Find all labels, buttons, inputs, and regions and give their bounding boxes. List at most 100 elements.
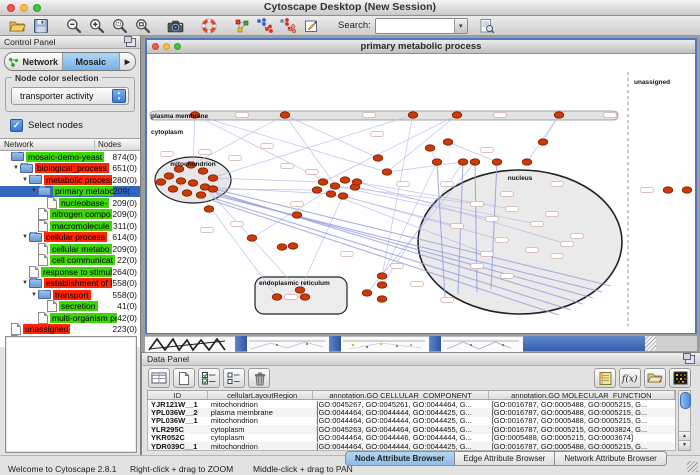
network-node[interactable] xyxy=(164,173,174,179)
network-thumbnail-2[interactable] xyxy=(247,336,329,352)
tab-overflow-arrow[interactable]: ▶ xyxy=(119,53,135,70)
network-node[interactable] xyxy=(340,177,350,183)
tree-col-nodes[interactable]: Nodes xyxy=(94,140,140,149)
network-node[interactable] xyxy=(292,212,302,218)
tree-item-label[interactable]: macromolecule xyxy=(50,221,112,231)
network-node[interactable] xyxy=(443,139,453,145)
collapse-arrow-icon[interactable]: ▼ xyxy=(12,165,20,171)
help-icon[interactable] xyxy=(198,17,219,35)
network-node[interactable] xyxy=(452,112,462,118)
tree-item-label[interactable]: mosaic-demo-yeast xyxy=(26,152,104,162)
network-node[interactable] xyxy=(198,168,208,174)
network-node[interactable] xyxy=(408,112,418,118)
advanced-search-icon[interactable] xyxy=(477,17,498,35)
tree-col-network[interactable]: Network xyxy=(0,140,94,149)
chevron-down-icon[interactable]: ▾ xyxy=(454,19,467,33)
tree-item-label[interactable]: secretion xyxy=(59,301,98,311)
network-node[interactable] xyxy=(196,192,206,198)
tree-item-label[interactable]: unassigned xyxy=(23,324,70,334)
tab-network-attribute-browser[interactable]: Network Attribute Browser xyxy=(554,451,666,466)
network-node[interactable] xyxy=(168,186,178,192)
open-file-icon[interactable] xyxy=(7,17,28,35)
tree-row[interactable]: ▼cellular process614(0) xyxy=(0,232,140,244)
tree-item-label[interactable]: response to stimulu xyxy=(41,267,112,277)
tree-row[interactable]: secretion41(0) xyxy=(0,301,140,313)
tab-node-attribute-browser[interactable]: Node Attribute Browser xyxy=(345,451,455,466)
network-node[interactable] xyxy=(318,179,328,185)
network-thumbnail-3[interactable] xyxy=(341,336,429,352)
network-edge[interactable] xyxy=(387,162,463,172)
network-icon[interactable] xyxy=(231,17,252,35)
network-node[interactable] xyxy=(300,294,310,300)
tree-row[interactable]: unassigned223(0) xyxy=(0,324,140,336)
network-node[interactable] xyxy=(188,180,198,186)
network-node[interactable] xyxy=(208,186,218,192)
network-node[interactable] xyxy=(277,244,287,250)
zoom-in-icon[interactable] xyxy=(86,17,107,35)
table-scrollbar[interactable]: ▲ ▼ xyxy=(678,390,691,451)
window-resize-grip[interactable] xyxy=(645,336,656,351)
table-cell[interactable]: [GO:0044464, GO:0044444, GO:0044425, G..… xyxy=(313,442,488,451)
tree-item-label[interactable]: transport xyxy=(53,290,91,300)
tree-item-label[interactable]: cell communicat xyxy=(50,255,115,265)
network-thumbnail-1[interactable] xyxy=(145,336,235,352)
network-node[interactable] xyxy=(204,206,214,212)
table-cell[interactable]: mitochondrion xyxy=(208,442,314,451)
network-node[interactable] xyxy=(208,175,218,181)
tree-row[interactable]: nitrogen compo209(0) xyxy=(0,209,140,221)
network-node[interactable] xyxy=(247,235,257,241)
tree-item-label[interactable]: nitrogen compo xyxy=(50,209,112,219)
network-node[interactable] xyxy=(182,190,192,196)
attribute-grid-icon[interactable] xyxy=(148,368,170,388)
app-resize-grip[interactable] xyxy=(687,461,698,472)
network-node[interactable] xyxy=(377,273,387,279)
network-node[interactable] xyxy=(492,159,502,165)
network-node[interactable] xyxy=(458,159,468,165)
collapse-arrow-icon[interactable]: ▼ xyxy=(30,188,38,194)
collapse-arrow-icon[interactable]: ▼ xyxy=(21,177,29,183)
network-edge[interactable] xyxy=(300,196,343,290)
tree-item-label[interactable]: cellular process xyxy=(44,232,107,242)
network-canvas[interactable]: plasma membranecytoplasmmitochondrionnuc… xyxy=(147,54,695,333)
tree-row[interactable]: ▼biological_process651(0) xyxy=(0,163,140,175)
tab-network[interactable]: Network xyxy=(5,53,63,70)
tree-row[interactable]: cell communicat22(0) xyxy=(0,255,140,267)
select-attributes-icon[interactable] xyxy=(198,368,220,388)
network-overview-panel[interactable] xyxy=(5,336,137,453)
tree-row[interactable]: response to stimulu264(0) xyxy=(0,266,140,278)
tree-row[interactable]: ▼transport558(0) xyxy=(0,289,140,301)
attribute-list-icon[interactable] xyxy=(594,368,616,388)
column-header[interactable]: _cellularLayoutRegion xyxy=(208,391,314,399)
tree-row[interactable]: nucleobase-209(0) xyxy=(0,197,140,209)
network-node[interactable] xyxy=(156,179,166,185)
network-node[interactable] xyxy=(377,296,387,302)
network-node[interactable] xyxy=(377,282,387,288)
tree-item-label[interactable]: establishment of lo xyxy=(44,278,112,288)
save-icon[interactable] xyxy=(30,17,51,35)
tree-item-label[interactable]: primary metabo xyxy=(53,186,113,196)
tree-item-label[interactable]: cellular metabo xyxy=(50,244,112,254)
network-node[interactable] xyxy=(312,187,322,193)
snapshot-icon[interactable] xyxy=(165,17,186,35)
tree-row[interactable]: ▼primary metabo209(... xyxy=(0,186,140,198)
tree-item-label[interactable]: biological_process xyxy=(35,163,109,173)
network-node[interactable] xyxy=(326,191,336,197)
column-header[interactable]: annotation.GO MOLECULAR_FUNCTION xyxy=(489,391,675,399)
region-plasma-membrane[interactable] xyxy=(150,111,618,120)
tree-row[interactable]: macromolecule311(0) xyxy=(0,220,140,232)
collapse-arrow-icon[interactable]: ▼ xyxy=(21,234,29,240)
stepper-icon[interactable]: ▲▼ xyxy=(112,89,126,103)
tree-row[interactable]: ▼establishment of lo558(0) xyxy=(0,278,140,290)
table-row[interactable]: YDR039C__1mitochondrion[GO:0044464, GO:0… xyxy=(148,442,675,450)
network-node[interactable] xyxy=(330,183,340,189)
column-header[interactable]: annotation.GO CELLULAR_COMPONENT xyxy=(313,391,488,399)
network-node[interactable] xyxy=(382,169,392,175)
network-node[interactable] xyxy=(470,159,480,165)
tree-item-label[interactable]: multi-organism pro xyxy=(50,313,117,323)
select-nodes-checkbox[interactable]: ✓ xyxy=(10,119,23,132)
copy-view-blue-icon[interactable] xyxy=(254,17,275,35)
network-thumbnail-4[interactable] xyxy=(441,336,523,352)
network-edge[interactable] xyxy=(252,186,335,238)
tree-item-label[interactable]: nucleobase- xyxy=(59,198,109,208)
import-attributes-icon[interactable] xyxy=(644,368,666,388)
